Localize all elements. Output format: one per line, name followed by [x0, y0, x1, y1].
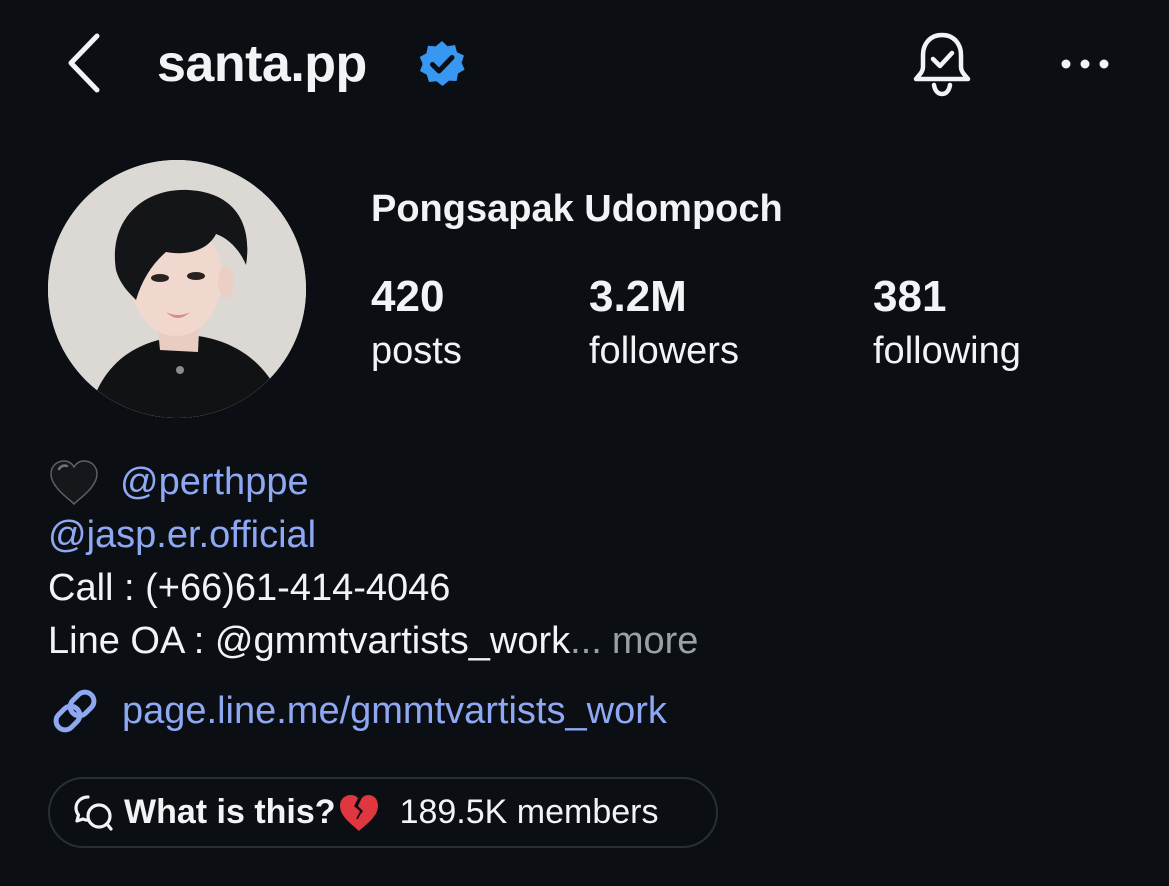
channel-pill[interactable]: What is this? 189.5K members [48, 777, 718, 848]
followers-stat[interactable]: 3.2M followers [589, 272, 739, 376]
chevron-left-icon [68, 33, 100, 93]
following-count: 381 [873, 272, 947, 321]
bio-mention-perthppe[interactable]: @perthppe [120, 456, 309, 509]
chat-bubbles-icon [74, 794, 113, 831]
bio-line-3: Call : (+66)61-414-4046 [48, 562, 698, 615]
channel-member-count: 189.5K members [399, 793, 659, 831]
bio-line-oa-text: Line OA : @gmmtvartists_work [48, 620, 571, 662]
more-options-button[interactable] [1056, 44, 1114, 84]
profile-username: santa.pp [157, 35, 367, 93]
profile-avatar[interactable] [48, 160, 306, 418]
bio-ellipsis: ... [570, 620, 602, 662]
back-button[interactable] [58, 30, 110, 96]
bell-check-icon [913, 32, 971, 97]
followers-count: 3.2M [589, 272, 687, 321]
verified-badge-icon [419, 41, 465, 86]
profile-external-link[interactable]: page.line.me/gmmtvartists_work [48, 684, 667, 738]
broken-heart-icon [339, 794, 378, 831]
profile-bio: @perthppe @jasp.er.official Call : (+66)… [48, 456, 698, 668]
bio-line-1: @perthppe [48, 456, 698, 509]
more-horizontal-icon [1061, 59, 1109, 69]
black-heart-icon [50, 459, 98, 505]
bio-mention-jasper[interactable]: @jasp.er.official [48, 509, 316, 562]
posts-label: posts [371, 330, 462, 372]
posts-stat[interactable]: 420 posts [371, 272, 462, 376]
link-url: page.line.me/gmmtvartists_work [122, 689, 667, 732]
avatar-photo [48, 160, 306, 418]
link-icon [53, 689, 97, 733]
following-label: following [873, 330, 1021, 372]
bio-call-text: Call : (+66)61-414-4046 [48, 567, 451, 609]
following-stat[interactable]: 381 following [873, 272, 1021, 376]
bio-line-2: @jasp.er.official [48, 509, 698, 562]
followers-label: followers [589, 330, 739, 372]
notifications-button[interactable] [909, 30, 975, 98]
channel-name: What is this? [124, 793, 336, 831]
profile-screen: santa.pp Pongsapak Udompoch 420 posts 3.… [0, 0, 1169, 886]
bio-more-link[interactable]: more [612, 615, 699, 668]
profile-full-name: Pongsapak Udompoch [371, 188, 783, 230]
bio-line-4: Line OA : @gmmtvartists_work... more [48, 615, 698, 668]
posts-count: 420 [371, 272, 445, 321]
